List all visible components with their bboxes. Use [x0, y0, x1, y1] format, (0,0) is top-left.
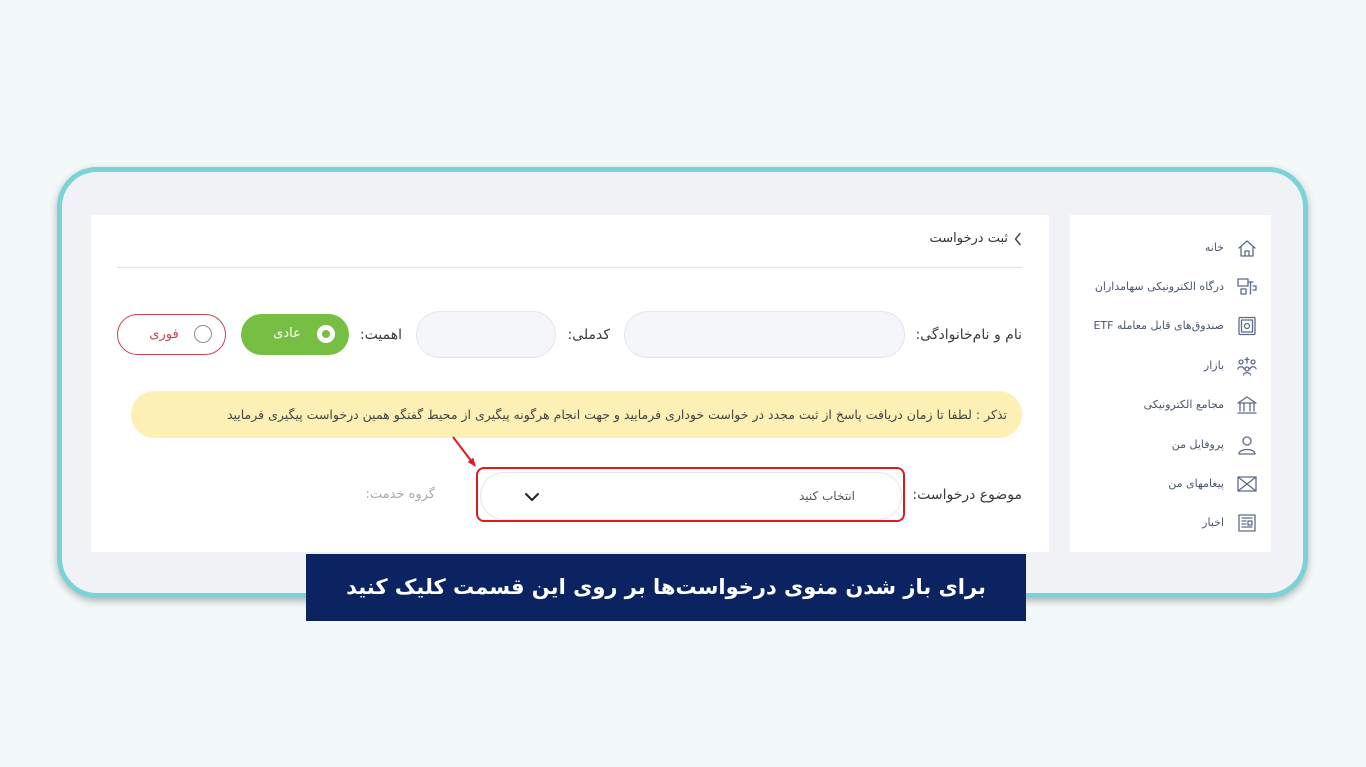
priority-label: اهمیت: [359, 327, 402, 343]
chevron-left-icon[interactable] [1013, 232, 1023, 246]
sidebar-item-label: درگاه الکترونیکی سهامداران [1094, 280, 1224, 293]
tutorial-caption: برای باز شدن منوی درخواست‌ها بر روی این … [306, 554, 1026, 621]
priority-urgent-label: فوری [149, 327, 179, 342]
sidebar-item-label: خانه [1204, 241, 1224, 254]
radio-selected-icon [317, 325, 335, 343]
sidebar-item-label: پیغامهای من [1168, 477, 1224, 490]
notice-banner: تذکر : لطفا تا زمان دریافت پاسخ از ثبت م… [131, 391, 1022, 438]
subject-select[interactable]: انتخاب کنید [480, 472, 902, 520]
priority-urgent-button[interactable]: فوری [117, 314, 226, 355]
sidebar-item-label: بازار [1203, 359, 1224, 372]
subject-label: موضوع درخواست: [912, 487, 1022, 503]
full-name-input[interactable] [624, 311, 905, 358]
sidebar-item-shareholders-portal[interactable]: درگاه الکترونیکی سهامداران [1070, 275, 1271, 299]
national-code-label: کدملی: [567, 327, 610, 343]
user-icon [1236, 435, 1258, 455]
market-icon [1236, 356, 1258, 376]
sidebar-item-label: پروفایل من [1171, 438, 1224, 451]
chevron-down-icon [525, 493, 539, 501]
sidebar-item-label: اخبار [1202, 516, 1224, 529]
page-title: ثبت درخواست [929, 231, 1008, 246]
home-icon [1236, 238, 1258, 258]
sidebar-item-market[interactable]: بازار [1070, 354, 1271, 378]
priority-normal-button[interactable]: عادی [241, 314, 349, 355]
radio-unselected-icon [194, 325, 212, 343]
sidebar-item-home[interactable]: خانه [1070, 236, 1271, 260]
sidebar-item-assemblies[interactable]: مجامع الکترونیکی [1070, 393, 1271, 417]
full-name-label: نام و نام‌خانوادگی: [915, 327, 1022, 343]
service-group-label: گروه خدمت: [365, 487, 435, 502]
newspaper-icon [1236, 513, 1258, 533]
priority-normal-label: عادی [273, 326, 301, 341]
assembly-icon [1236, 395, 1258, 415]
divider [117, 267, 1022, 268]
sidebar: خانه درگاه الکترونیکی سهامداران صندوق‌ها… [1070, 215, 1271, 552]
annotation-arrow-icon [452, 436, 476, 467]
sidebar-item-news[interactable]: اخبار [1070, 511, 1271, 535]
sidebar-item-label: مجامع الکترونیکی [1143, 398, 1224, 411]
sidebar-item-messages[interactable]: پیغامهای من [1070, 472, 1271, 496]
sidebar-item-profile[interactable]: پروفایل من [1070, 433, 1271, 457]
notice-text: تذکر : لطفا تا زمان دریافت پاسخ از ثبت م… [226, 407, 1007, 422]
sidebar-item-label: صندوق‌های قابل معامله ETF [1093, 319, 1224, 332]
subject-placeholder: انتخاب کنید [798, 489, 855, 503]
request-form-panel: ثبت درخواست نام و نام‌خانوادگی: کدملی: ا… [91, 215, 1049, 552]
safe-icon [1236, 316, 1258, 336]
envelope-icon [1236, 474, 1258, 494]
shareholders-portal-icon [1236, 277, 1258, 297]
national-code-input[interactable] [416, 311, 556, 358]
sidebar-item-etf[interactable]: صندوق‌های قابل معامله ETF [1070, 314, 1271, 338]
